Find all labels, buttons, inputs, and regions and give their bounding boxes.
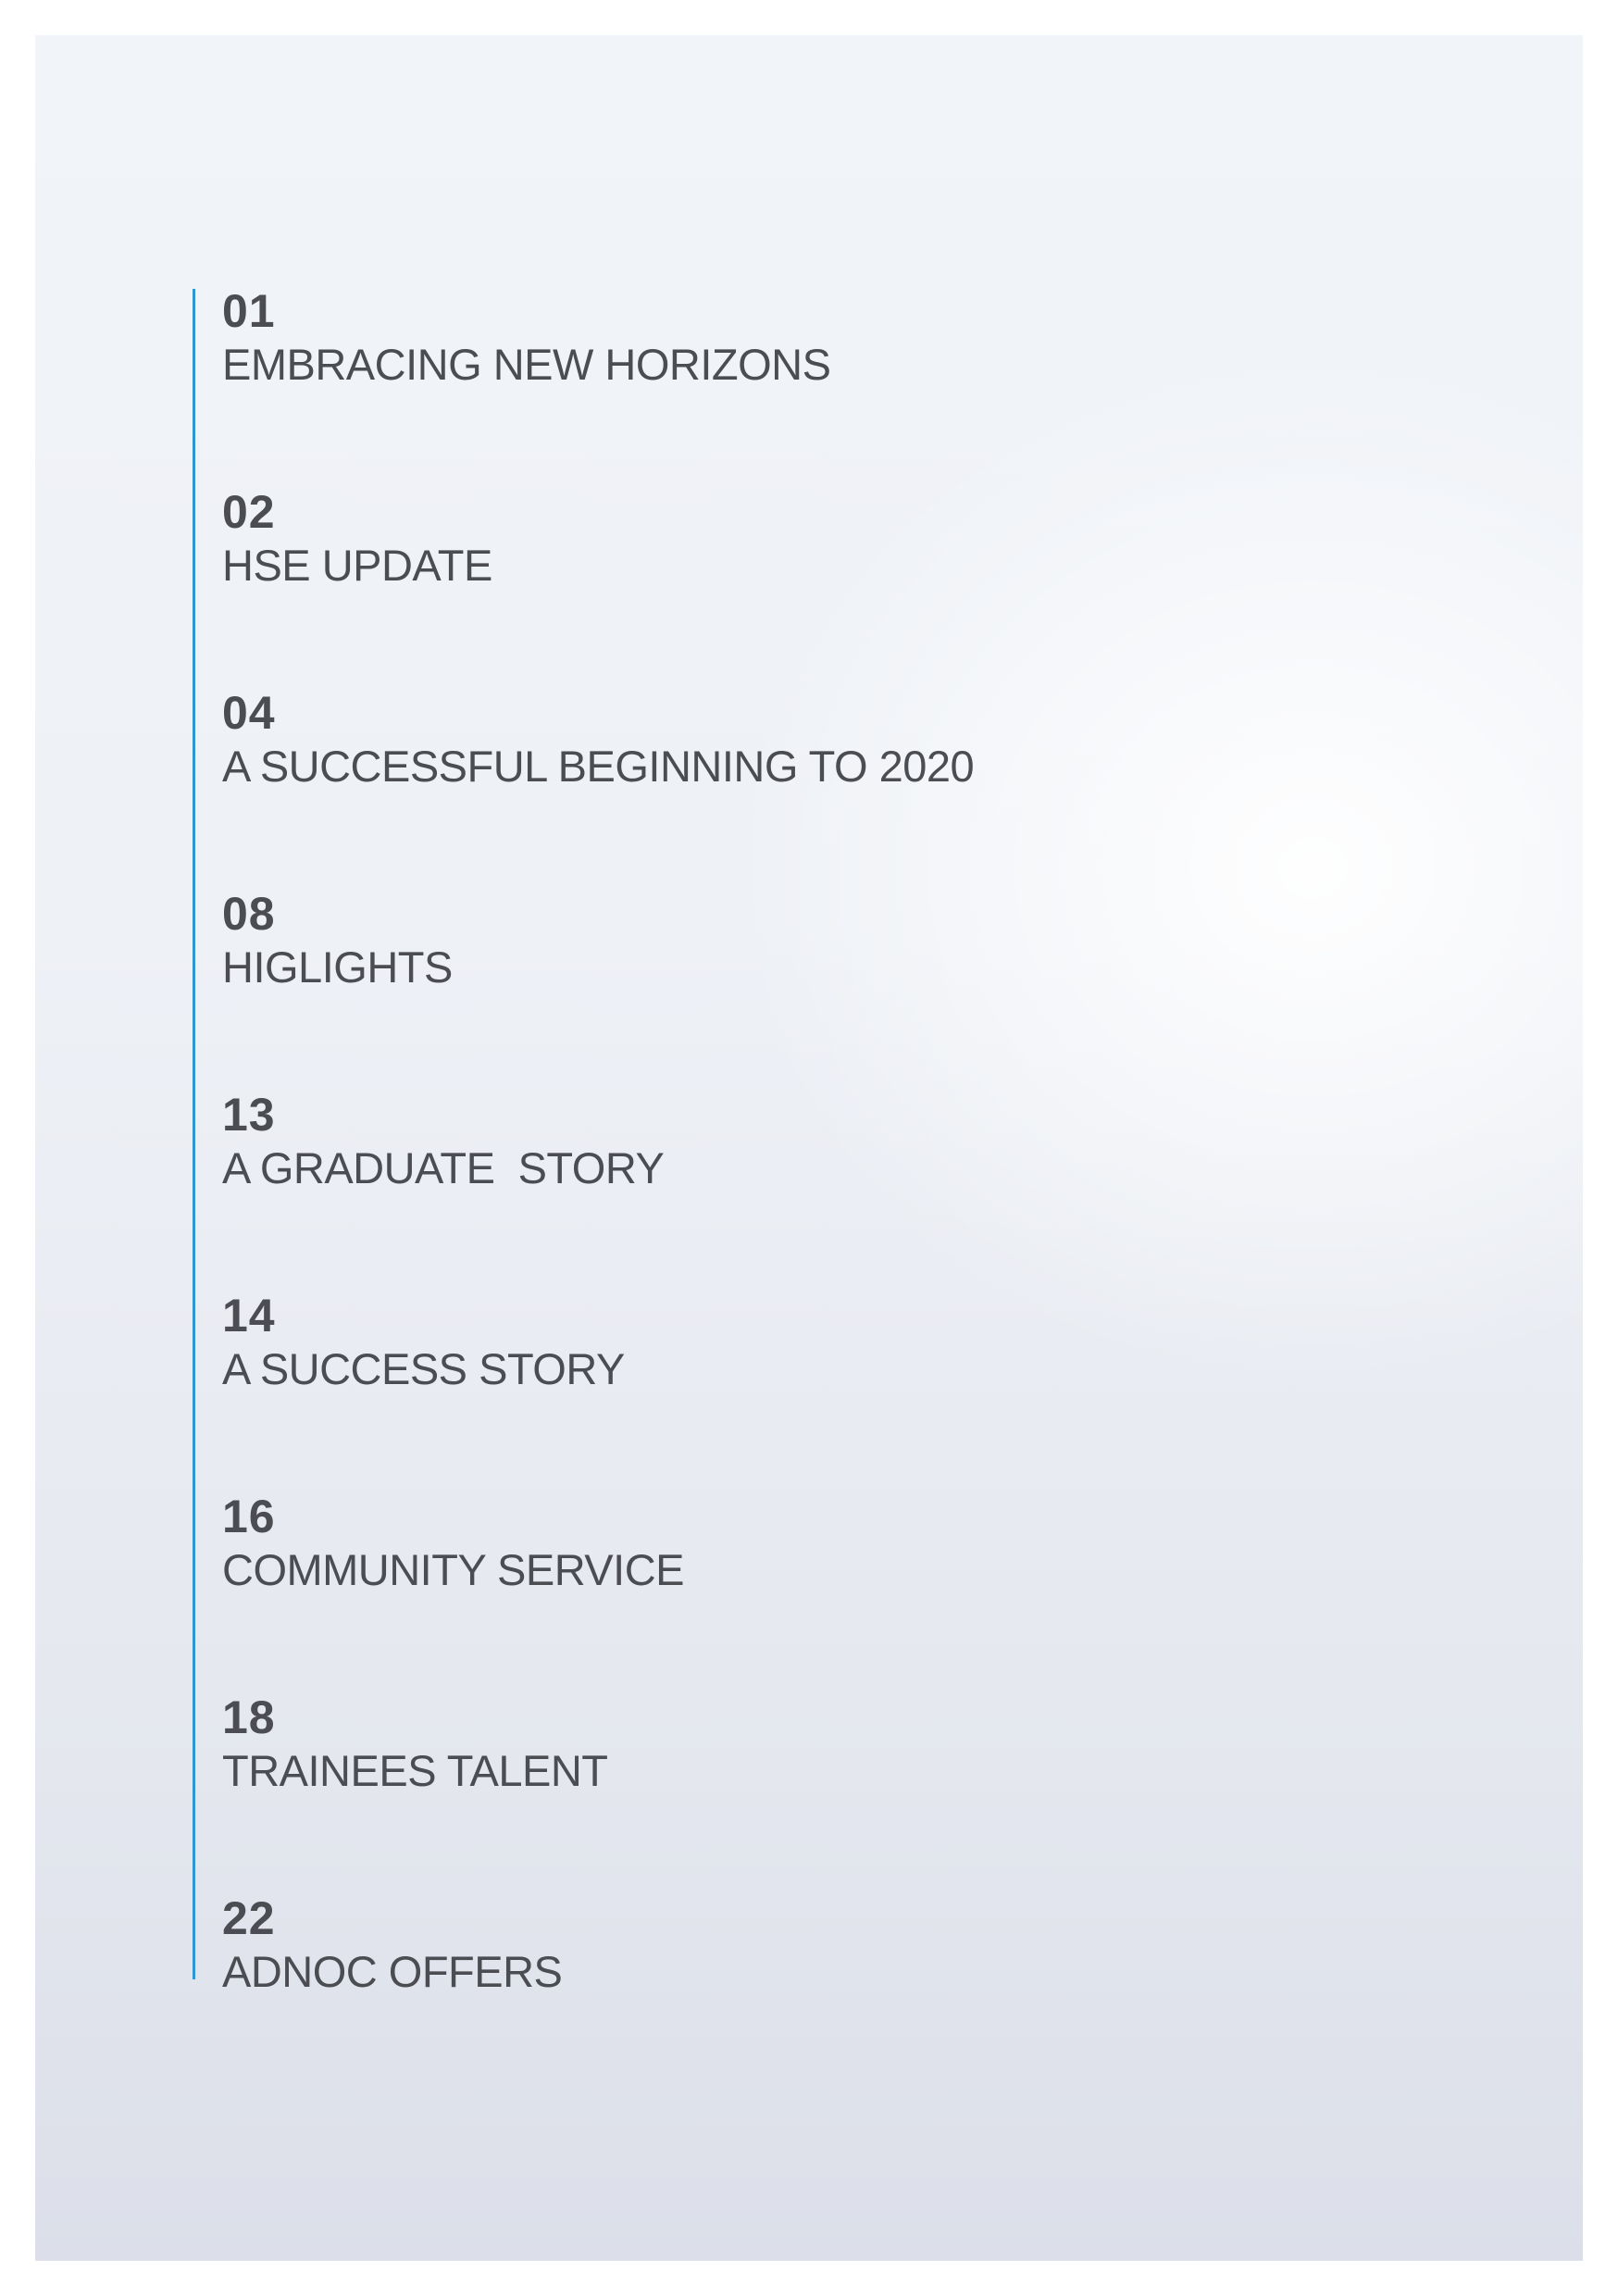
toc-entry-title: A SUCCESS STORY xyxy=(222,1344,625,1393)
toc-entry-title: TRAINEES TALENT xyxy=(222,1746,608,1795)
toc-accent-rule xyxy=(193,289,195,1979)
toc-entry-title: A SUCCESSFUL BEGINNING TO 2020 xyxy=(222,742,975,791)
toc-entry[interactable]: 04 A SUCCESSFUL BEGINNING TO 2020 xyxy=(222,687,1303,888)
toc-entry[interactable]: 14 A SUCCESS STORY xyxy=(222,1290,1303,1491)
toc-entry[interactable]: 18 TRAINEES TALENT xyxy=(222,1691,1303,1892)
toc-page-number: 13 xyxy=(222,1089,276,1141)
toc-entry[interactable]: 08 HIGLIGHTS xyxy=(222,888,1303,1089)
toc-entry[interactable]: 02 HSE UPDATE xyxy=(222,486,1303,687)
toc-entry-title: HIGLIGHTS xyxy=(222,942,453,992)
toc-entry-title: A GRADUATE STORY xyxy=(222,1143,665,1192)
toc-page-number: 14 xyxy=(222,1290,276,1341)
toc-entry[interactable]: 13 A GRADUATE STORY xyxy=(222,1089,1303,1290)
toc-page-number: 02 xyxy=(222,486,276,538)
table-of-contents: 01 EMBRACING NEW HORIZONS 02 HSE UPDATE … xyxy=(193,285,1303,2093)
toc-entry-title: HSE UPDATE xyxy=(222,541,492,590)
toc-page-number: 16 xyxy=(222,1491,276,1542)
toc-entry-title: ADNOC OFFERS xyxy=(222,1947,563,1996)
toc-page-number: 04 xyxy=(222,687,276,739)
toc-page-number: 18 xyxy=(222,1691,276,1743)
toc-entry[interactable]: 01 EMBRACING NEW HORIZONS xyxy=(222,285,1303,486)
toc-entry[interactable]: 16 COMMUNITY SERVICE xyxy=(222,1491,1303,1691)
contents-page: 01 EMBRACING NEW HORIZONS 02 HSE UPDATE … xyxy=(35,35,1583,2261)
toc-page-number: 08 xyxy=(222,888,276,940)
toc-entry[interactable]: 22 ADNOC OFFERS xyxy=(222,1892,1303,2093)
toc-entry-title: COMMUNITY SERVICE xyxy=(222,1545,685,1594)
toc-entry-title: EMBRACING NEW HORIZONS xyxy=(222,340,831,389)
toc-page-number: 22 xyxy=(222,1892,276,1944)
toc-page-number: 01 xyxy=(222,285,276,337)
